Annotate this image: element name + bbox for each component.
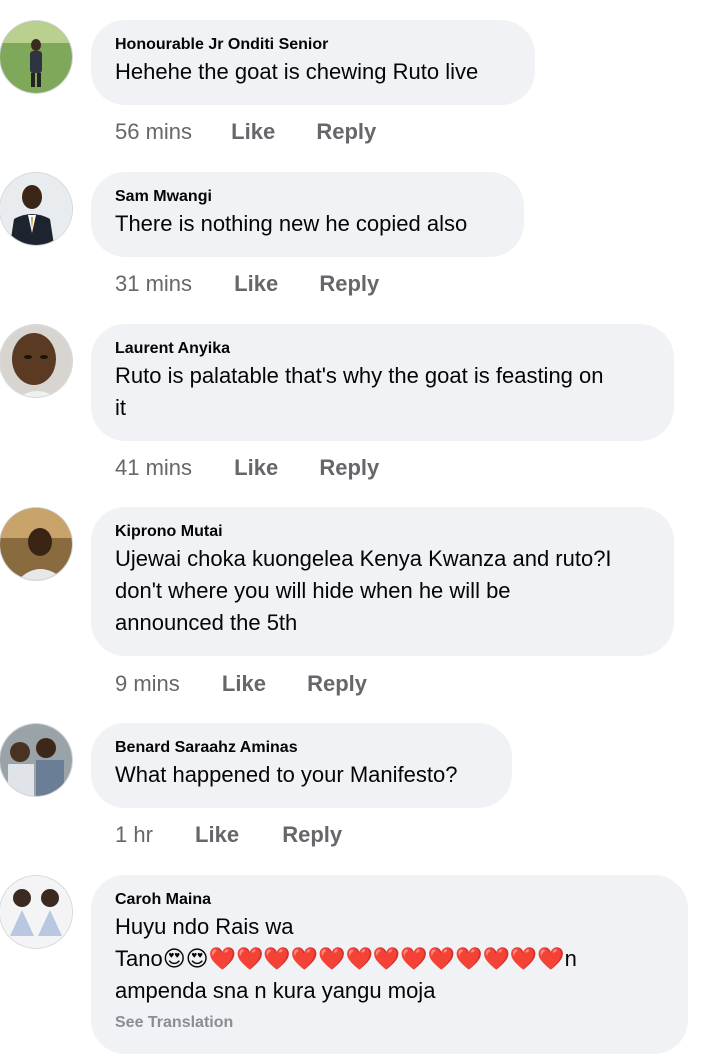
- comment-actions: 41 mins Like Reply: [115, 453, 379, 483]
- comment-bubble: Laurent Anyika Ruto is palatable that's …: [91, 324, 674, 441]
- avatar[interactable]: [0, 876, 72, 948]
- reply-button[interactable]: Reply: [316, 117, 376, 147]
- reply-button[interactable]: Reply: [307, 669, 367, 699]
- comment-actions: 1 hr Like Reply: [115, 820, 342, 850]
- comment-bubble: Benard Saraahz Aminas What happened to y…: [91, 723, 512, 808]
- comment-timestamp[interactable]: 56 mins: [115, 117, 192, 147]
- user-photo-icon: [0, 508, 72, 580]
- user-photo-icon: [0, 173, 72, 245]
- reply-button[interactable]: Reply: [282, 820, 342, 850]
- comment-text-line: Ruto is palatable that's why the goat is…: [115, 363, 604, 388]
- comment-author[interactable]: Sam Mwangi: [115, 187, 500, 207]
- comment-text-line: it: [115, 395, 126, 420]
- user-photo-icon: [0, 325, 72, 397]
- comment-text-line: Huyu ndo Rais wa: [115, 914, 294, 939]
- comment-timestamp[interactable]: 41 mins: [115, 453, 192, 483]
- comment-author[interactable]: Honourable Jr Onditi Senior: [115, 35, 511, 55]
- comment-text-line: don't where you will hide when he will b…: [115, 578, 511, 603]
- like-button[interactable]: Like: [234, 269, 278, 299]
- comment-author[interactable]: Caroh Maina: [115, 890, 664, 910]
- comment-author[interactable]: Kiprono Mutai: [115, 522, 650, 542]
- avatar[interactable]: [0, 508, 72, 580]
- reply-button[interactable]: Reply: [319, 269, 379, 299]
- comment-text-line: Tano😍😍❤️❤️❤️❤️❤️❤️❤️❤️❤️❤️❤️❤️❤️n: [115, 946, 577, 971]
- avatar[interactable]: [0, 724, 72, 796]
- comment-author[interactable]: Laurent Anyika: [115, 339, 650, 359]
- like-button[interactable]: Like: [222, 669, 266, 699]
- comment-timestamp[interactable]: 31 mins: [115, 269, 192, 299]
- reply-button[interactable]: Reply: [319, 453, 379, 483]
- comment-text: Ujewai choka kuongelea Kenya Kwanza and …: [115, 543, 650, 639]
- user-photo-icon: [0, 876, 72, 948]
- avatar[interactable]: [0, 325, 72, 397]
- comment-text-line: Ujewai choka kuongelea Kenya Kwanza and …: [115, 546, 612, 571]
- comment-text: Hehehe the goat is chewing Ruto live: [115, 59, 479, 84]
- comment-author[interactable]: Benard Saraahz Aminas: [115, 738, 488, 758]
- comment-timestamp[interactable]: 1 hr: [115, 820, 153, 850]
- comment-bubble: Sam Mwangi There is nothing new he copie…: [91, 172, 524, 257]
- comment-text: There is nothing new he copied also: [115, 211, 468, 236]
- comment-text: Ruto is palatable that's why the goat is…: [115, 360, 650, 424]
- comment-actions: 9 mins Like Reply: [115, 669, 367, 699]
- see-translation-link[interactable]: See Translation: [115, 1013, 664, 1033]
- comment-bubble: Kiprono Mutai Ujewai choka kuongelea Ken…: [91, 507, 674, 656]
- user-photo-icon: [0, 724, 72, 796]
- comment-bubble: Honourable Jr Onditi Senior Hehehe the g…: [91, 20, 535, 105]
- user-photo-icon: [0, 21, 72, 93]
- like-button[interactable]: Like: [195, 820, 239, 850]
- comment-actions: 31 mins Like Reply: [115, 269, 379, 299]
- comment-text-line: announced the 5th: [115, 610, 298, 635]
- comment-bubble: Caroh Maina Huyu ndo Rais wa Tano😍😍❤️❤️❤…: [91, 875, 688, 1054]
- like-button[interactable]: Like: [234, 453, 278, 483]
- comment-text: What happened to your Manifesto?: [115, 762, 458, 787]
- like-button[interactable]: Like: [231, 117, 275, 147]
- comment-timestamp[interactable]: 9 mins: [115, 669, 180, 699]
- avatar[interactable]: [0, 173, 72, 245]
- avatar[interactable]: [0, 21, 72, 93]
- comment-text-line: ampenda sna n kura yangu moja: [115, 978, 436, 1003]
- comment-actions: 56 mins Like Reply: [115, 117, 376, 147]
- comment-text: Huyu ndo Rais wa Tano😍😍❤️❤️❤️❤️❤️❤️❤️❤️❤…: [115, 911, 664, 1007]
